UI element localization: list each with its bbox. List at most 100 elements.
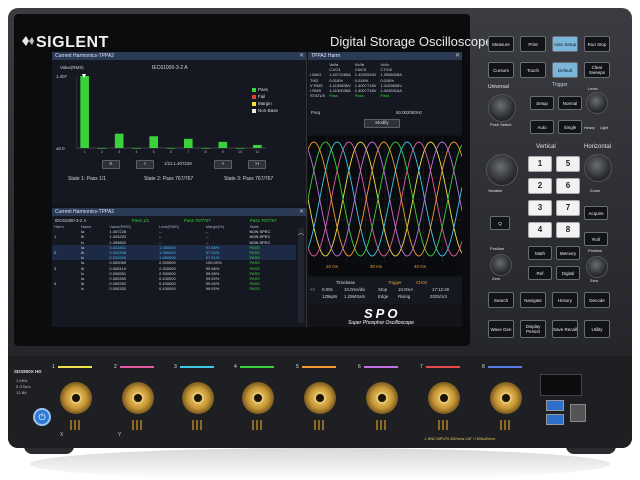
ref-button[interactable]: Ref [528,266,552,280]
print-button[interactable]: Print [520,36,546,52]
waveform-area[interactable]: 20 ms 30 ms 40 ms [307,136,462,276]
trigger-level-knob[interactable] [586,92,608,114]
table-row[interactable]: Ic 0.000332 0.430000 99.92% PASS [52,286,296,291]
state-2: State 2: Pass 767/767 [144,176,194,182]
utility-button[interactable]: Utility [584,320,610,338]
auto-setup-button[interactable]: Auto Setup [552,36,578,52]
channel-number: 5 [296,364,299,370]
measure-button[interactable]: Measure [488,36,514,52]
y-top-label: 1.407 [56,74,67,79]
channel-input-5[interactable]: 5 [296,364,348,444]
navigate-button[interactable]: Navigate [520,292,546,308]
default-button[interactable]: Default [552,62,578,78]
trigger-setup-button[interactable]: Setup [530,96,554,110]
close-icon[interactable]: ✕ [455,52,460,60]
nav-last-button[interactable]: >I [248,160,266,169]
vertical-position-knob[interactable] [490,254,512,276]
nav-next-button[interactable]: > [214,160,232,169]
bnc-connector-icon[interactable] [122,382,154,414]
channel-input-6[interactable]: 6 [358,364,410,444]
variable-label: Variable [488,188,503,193]
channel-input-8[interactable]: 8 [482,364,534,444]
scroll-up-icon[interactable]: ︿ [298,228,304,237]
timebase-nav-icon[interactable]: <> [310,287,315,292]
power-icon: ⏻ [38,412,46,422]
probe-comp-terminal[interactable] [570,404,586,422]
roll-button[interactable]: Roll [584,232,608,246]
channel-4-button[interactable]: 4 [528,222,552,238]
channel-input-7[interactable]: 7 [420,364,472,444]
timebase-title: Timebase [336,280,356,285]
memory-button[interactable]: Memory [556,246,580,260]
channel-7-button[interactable]: 7 [556,200,580,216]
close-icon[interactable]: ✕ [299,208,304,216]
history-button[interactable]: History [552,292,578,308]
table-scrollbar[interactable]: ︿ [298,228,304,323]
harm-tick-label: 2 [101,150,103,154]
vertical-scale-knob[interactable] [486,154,518,186]
channel-input-1[interactable]: 1 [52,364,104,444]
bnc-connector-icon[interactable] [366,382,398,414]
math-button[interactable]: Math [528,246,552,260]
nav-first-button[interactable]: K [102,160,120,169]
display-persist-button[interactable]: Display Persist [520,320,546,338]
channel-6-button[interactable]: 6 [556,178,580,194]
usb-port-2[interactable] [546,414,564,425]
trigger-auto-button[interactable]: Auto [530,120,554,134]
run-stop-button[interactable]: Run Stop [584,36,610,52]
search-button[interactable]: Search [488,292,514,308]
channel-input-4[interactable]: 4 [234,364,286,444]
channel-input-2[interactable]: 2 [114,364,166,444]
nav-prev-button[interactable]: < [136,160,154,169]
bnc-connector-icon[interactable] [428,382,460,414]
table-cell: Ic [80,286,84,292]
channel-3-button[interactable]: 3 [528,200,552,216]
nav-center-label: 1/11:1.407228 [164,161,192,166]
vertical-label: Vertical [536,144,556,150]
channel-color-bar [240,366,274,368]
channel-5-button[interactable]: 5 [556,156,580,172]
save-recall-button[interactable]: Save Recall [552,320,578,338]
chart-subtitle: IEC61000-3-2 A [152,65,188,71]
decode-button[interactable]: Decode [584,292,610,308]
digital-button[interactable]: Digital [556,266,580,280]
cursors-button[interactable]: Cursors [488,62,514,78]
search-icon: Q [498,220,502,226]
state-1: State 1: Pass 1/1 [68,176,107,182]
harm-tick-label: 3 [118,150,120,154]
probe-interface [500,420,512,430]
power-table: Va/Ia Vb/Ib Vc/Ic C1/C4 C5/C5 C7/C8 I MAG 1.407… [308,62,404,98]
close-icon[interactable]: ✕ [299,52,304,60]
channel-input-3[interactable]: 3 [174,364,226,444]
bnc-connector-icon[interactable] [490,382,522,414]
harmonics-table-panel: Current Harmonics-TPPA2 ✕ IEC61000-3-2 A… [52,208,307,327]
bnc-connector-icon[interactable] [242,382,274,414]
table-pass-1: Pass 1/1 [132,218,150,223]
channel-8-button[interactable]: 8 [556,222,580,238]
clear-sweeps-button[interactable]: Clear Sweeps [584,62,610,78]
wave-gen-button[interactable]: Wave Gen [488,320,514,338]
touch-button[interactable]: Touch [520,62,546,78]
harm-bar-2 [97,148,107,149]
harm-bar-10 [235,148,245,149]
horizontal-position-knob[interactable] [586,256,608,278]
channel-2-button[interactable]: 2 [528,178,552,194]
bnc-connector-icon[interactable] [182,382,214,414]
universal-knob[interactable] [488,94,516,122]
search-icon-button[interactable]: Q [490,216,510,230]
modify-button[interactable]: Modify [364,119,400,128]
trigger-single-button[interactable]: Single [558,120,582,134]
bnc-connector-icon[interactable] [60,382,92,414]
bnc-connector-icon[interactable] [304,382,336,414]
power-cell: Pass [380,93,390,99]
acquire-button[interactable]: Acquire [584,206,608,220]
horizontal-scale-knob[interactable] [584,154,612,182]
harm-tick-label: 4 [135,150,137,154]
channel-1-button[interactable]: 1 [528,156,552,172]
heavy-label: Heavy [584,126,595,130]
harm-tick-label: 5 [153,150,155,154]
usb-port-1[interactable] [546,400,564,411]
legend-item: Non-Base [252,107,278,114]
trigger-normal-button[interactable]: Normal [558,96,582,110]
power-button[interactable]: ⏻ [33,408,51,426]
